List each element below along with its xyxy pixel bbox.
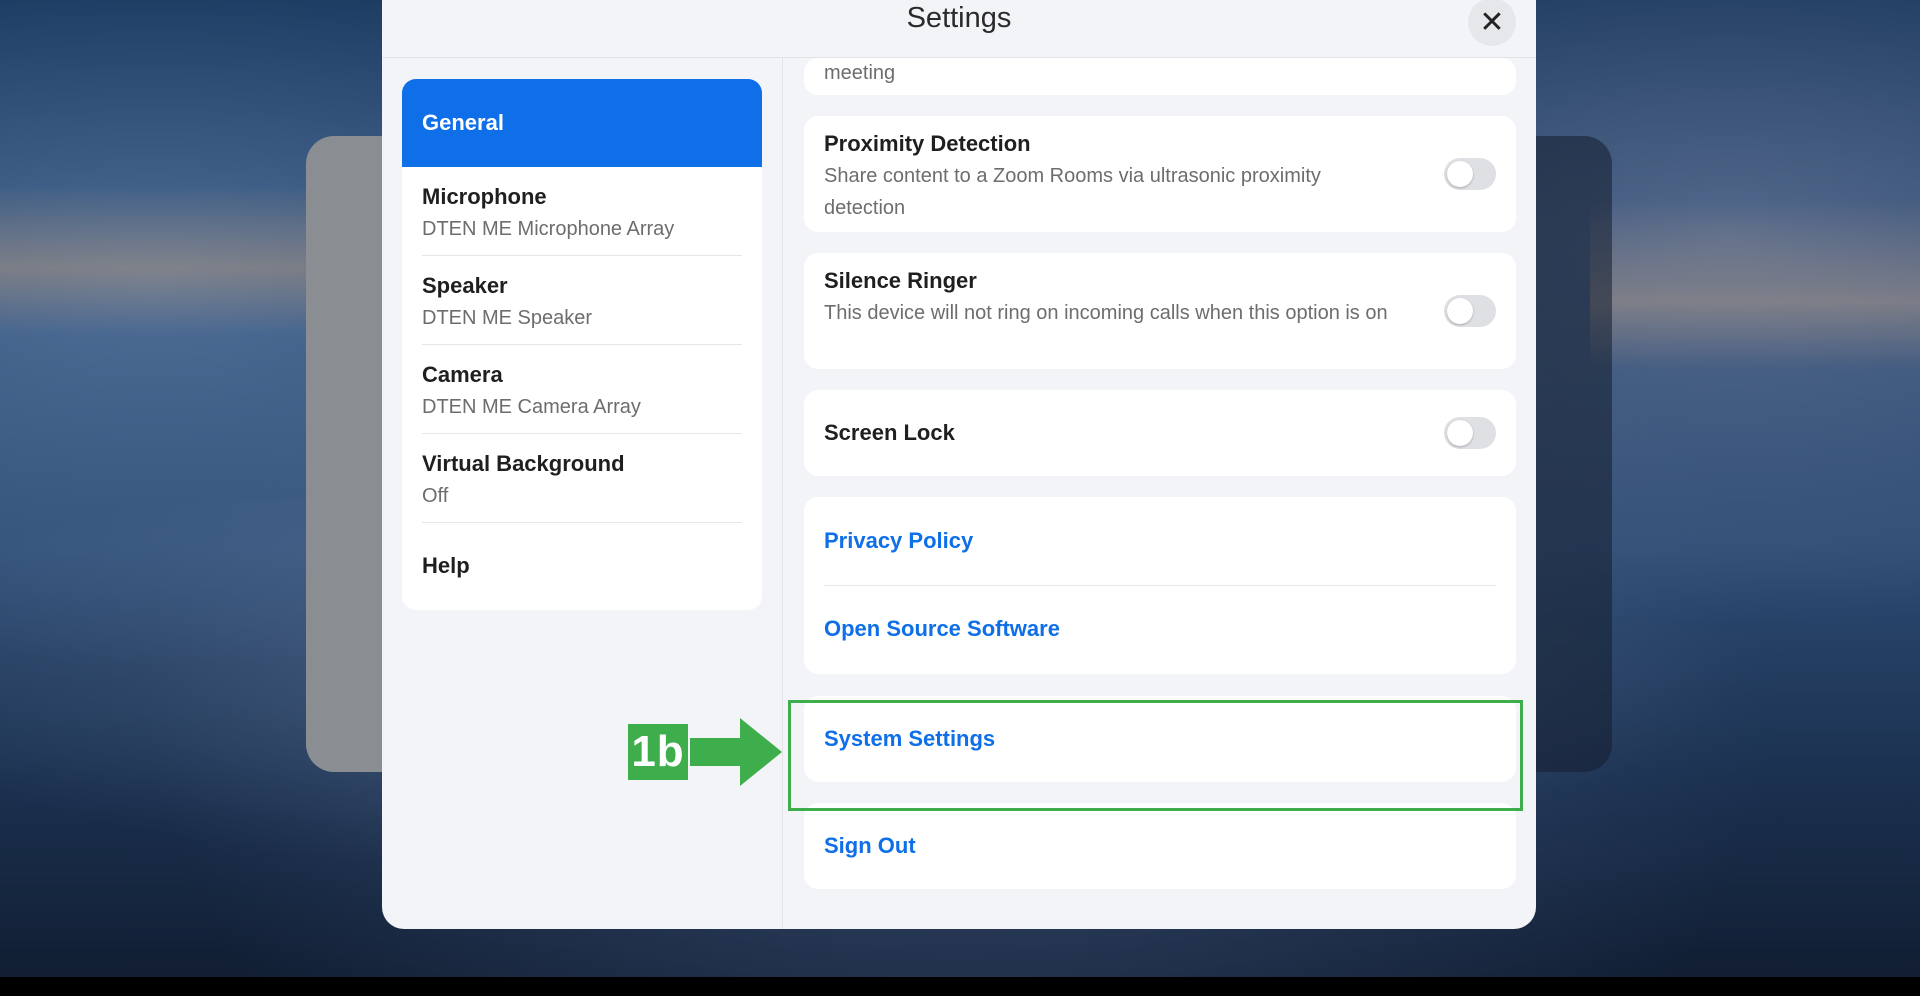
setting-title: Proximity Detection [824,131,1031,156]
silence-ringer-toggle[interactable] [1444,295,1496,327]
screen-lock-toggle[interactable] [1444,417,1496,449]
nav-item-title: Virtual Background [422,451,625,476]
background-city-lights-right [1590,200,1920,370]
nav-item-camera[interactable]: Camera DTEN ME Camera Array [402,345,762,434]
setting-row-silence-ringer: Silence Ringer This device will not ring… [804,253,1516,369]
proximity-detection-toggle[interactable] [1444,158,1496,190]
nav-item-virtual-background[interactable]: Virtual Background Off [402,434,762,523]
bottom-black-bar [0,977,1920,996]
nav-item-subtitle: DTEN ME Microphone Array [422,218,675,240]
nav-item-subtitle: DTEN ME Camera Array [422,396,641,418]
step-label: 1b [628,724,688,780]
close-icon: ✕ [1479,5,1505,39]
toggle-knob [1447,298,1473,324]
close-button[interactable]: ✕ [1468,0,1516,46]
highlight-box [788,700,1523,811]
nav-item-microphone[interactable]: Microphone DTEN ME Microphone Array [402,167,762,256]
open-source-software-link[interactable]: Open Source Software [824,616,1060,642]
nav-item-help[interactable]: Help [402,523,762,609]
setting-description: This device will not ring on incoming ca… [824,302,1388,324]
nav-item-speaker[interactable]: Speaker DTEN ME Speaker [402,256,762,345]
column-divider [782,58,783,929]
partial-setting-text: meeting [824,62,896,84]
links-card: Privacy Policy Open Source Software [804,497,1516,674]
nav-item-title: Camera [422,362,503,387]
setting-title: Silence Ringer [824,268,977,293]
nav-item-general[interactable]: General [402,79,762,167]
setting-title: Screen Lock [824,420,955,445]
privacy-policy-link[interactable]: Privacy Policy [824,528,973,554]
setting-row-screen-lock: Screen Lock [804,390,1516,476]
nav-item-subtitle: Off [422,485,449,507]
nav-item-subtitle: DTEN ME Speaker [422,307,593,329]
nav-item-title: Microphone [422,184,547,209]
setting-row-proximity-detection: Proximity Detection Share content to a Z… [804,116,1516,232]
settings-nav: General Microphone DTEN ME Microphone Ar… [402,79,762,610]
sign-out-card: Sign Out [804,803,1516,889]
row-divider [824,585,1496,586]
toggle-knob [1447,161,1473,187]
dialog-title: Settings [906,2,1012,34]
nav-item-title: Speaker [422,273,508,298]
setting-description: Share content to a Zoom Rooms via ultras… [824,165,1321,219]
background-city-lights-left [0,185,320,335]
sign-out-link[interactable]: Sign Out [824,833,916,859]
partial-setting-card: meeting [804,58,1516,95]
arrow-right-icon [690,718,782,786]
toggle-knob [1447,420,1473,446]
